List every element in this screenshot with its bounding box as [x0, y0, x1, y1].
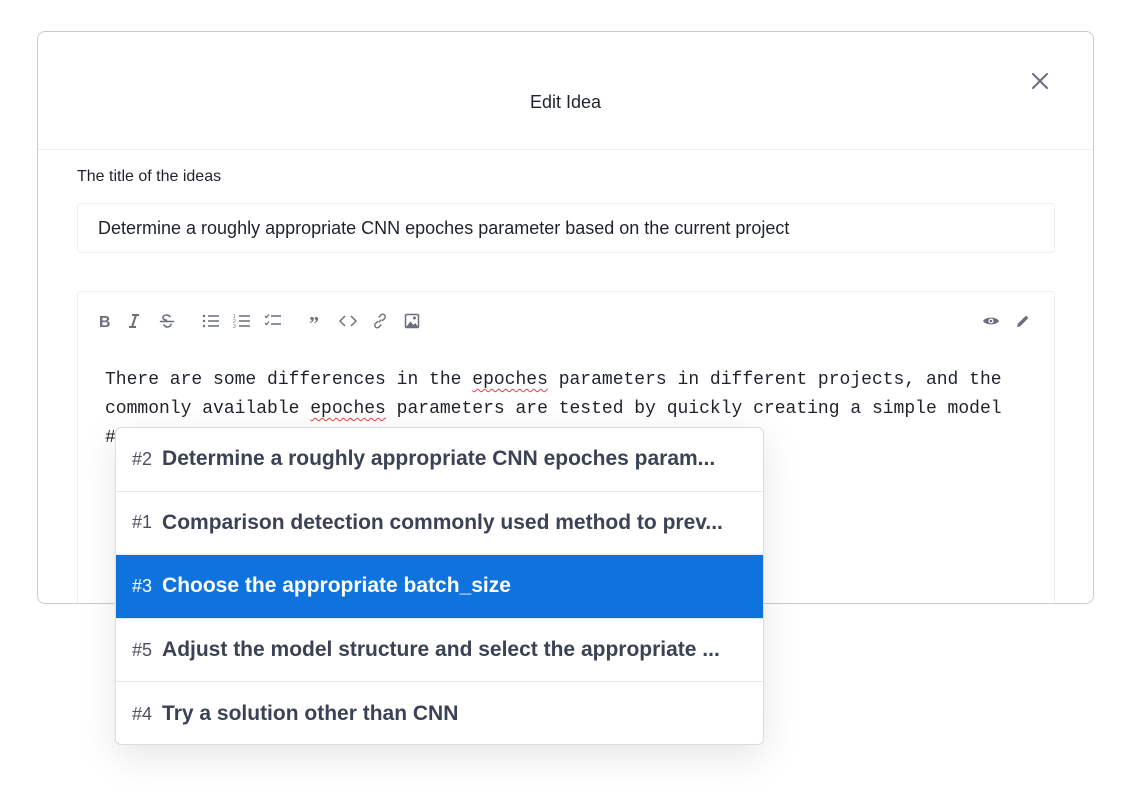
title-input[interactable]: Determine a roughly appropriate CNN epoc… — [77, 203, 1055, 253]
suggestion-item[interactable]: #5 Adjust the model structure and select… — [116, 619, 763, 683]
editor-text-part: There are some differences in the — [105, 370, 473, 390]
modal-header: Edit Idea — [38, 32, 1093, 150]
suggestion-item[interactable]: #4 Try a solution other than CNN — [116, 682, 763, 744]
suggestion-title: Choose the appropriate batch_size — [162, 574, 511, 598]
image-icon[interactable] — [401, 310, 423, 332]
svg-text:3: 3 — [233, 324, 236, 329]
mention-suggestion-dropdown: #2 Determine a roughly appropriate CNN e… — [115, 427, 764, 745]
suggestion-number: #5 — [132, 639, 153, 660]
title-field-label: The title of the ideas — [77, 168, 222, 185]
code-icon[interactable] — [337, 310, 359, 332]
edit-pencil-icon[interactable] — [1012, 310, 1034, 332]
modal-title: Edit Idea — [529, 92, 602, 112]
strikethrough-icon[interactable] — [156, 310, 178, 332]
suggestion-item[interactable]: #1 Comparison detection commonly used me… — [116, 492, 763, 556]
suggestion-item-selected[interactable]: #3 Choose the appropriate batch_size — [116, 555, 763, 619]
close-icon[interactable] — [1029, 70, 1051, 92]
misspelled-word: epoches — [472, 370, 548, 390]
suggestion-number: #2 — [132, 448, 153, 469]
suggestion-number: #1 — [132, 512, 153, 533]
bold-icon[interactable]: B — [94, 310, 116, 332]
suggestion-title: Adjust the model structure and select th… — [162, 638, 720, 662]
suggestion-title: Try a solution other than CNN — [162, 702, 459, 726]
link-icon[interactable] — [369, 310, 391, 332]
suggestion-title: Comparison detection commonly used metho… — [162, 510, 723, 534]
suggestion-item[interactable]: #2 Determine a roughly appropriate CNN e… — [116, 428, 763, 492]
svg-text:”: ” — [309, 314, 319, 328]
quote-icon[interactable]: ” — [306, 310, 328, 332]
preview-eye-icon[interactable] — [980, 310, 1002, 332]
italic-icon[interactable] — [123, 310, 145, 332]
suggestion-number: #4 — [132, 703, 153, 724]
suggestion-title: Determine a roughly appropriate CNN epoc… — [162, 447, 716, 471]
svg-text:B: B — [99, 314, 111, 329]
bullet-list-icon[interactable] — [200, 310, 222, 332]
task-list-icon[interactable] — [262, 310, 284, 332]
ordered-list-icon[interactable]: 123 — [231, 310, 253, 332]
suggestion-number: #3 — [132, 575, 153, 596]
editor-toolbar: B 123 ” — [78, 310, 1054, 334]
misspelled-word: epoches — [310, 399, 386, 419]
